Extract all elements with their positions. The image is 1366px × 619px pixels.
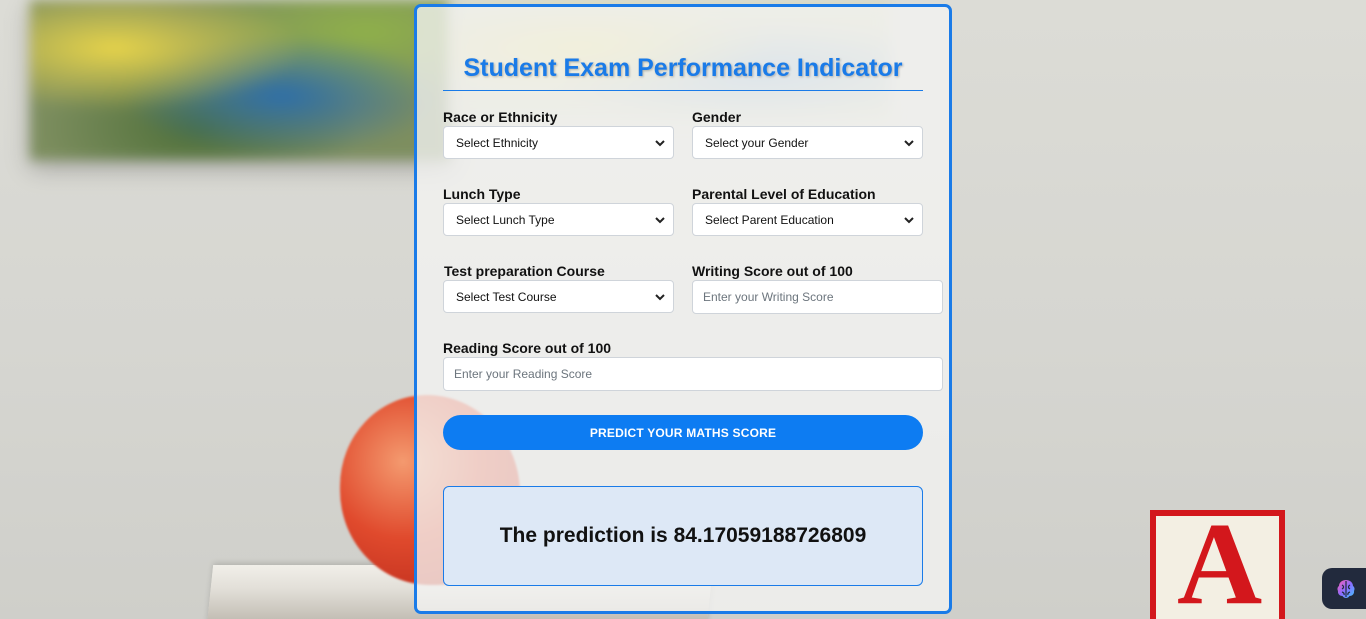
ethnicity-select-value: Select Ethnicity [456, 135, 539, 150]
reading-score-placeholder: Enter your Reading Score [454, 367, 593, 381]
parent-education-label: Parental Level of Education [692, 186, 876, 202]
prediction-result: The prediction is 84.17059188726809 [443, 486, 923, 586]
letter-block-a: A [1177, 498, 1263, 619]
ethnicity-select[interactable]: Select Ethnicity [443, 126, 674, 159]
writing-score-label: Writing Score out of 100 [692, 263, 853, 279]
extension-badge[interactable] [1322, 568, 1366, 609]
gender-select-value: Select your Gender [705, 135, 809, 150]
test-course-select-value: Select Test Course [456, 289, 557, 304]
chevron-down-icon [904, 140, 914, 147]
predict-button[interactable]: PREDICT YOUR MATHS SCORE [443, 415, 923, 450]
test-course-label: Test preparation Course [444, 263, 605, 279]
reading-score-input[interactable]: Enter your Reading Score [443, 357, 943, 391]
chevron-down-icon [904, 217, 914, 224]
chevron-down-icon [655, 294, 665, 301]
parent-education-select-value: Select Parent Education [705, 212, 834, 227]
gender-label: Gender [692, 109, 742, 125]
title-divider [443, 90, 923, 91]
writing-score-placeholder: Enter your Writing Score [703, 290, 834, 304]
reading-score-label: Reading Score out of 100 [443, 340, 612, 356]
prediction-form-card: Student Exam Performance Indicator Race … [414, 4, 952, 614]
brain-icon [1337, 579, 1355, 598]
page-title: Student Exam Performance Indicator [463, 54, 903, 82]
prediction-result-text: The prediction is 84.17059188726809 [499, 524, 867, 547]
lunch-label: Lunch Type [443, 186, 521, 202]
gender-select[interactable]: Select your Gender [692, 126, 923, 159]
ethnicity-label: Race or Ethnicity [443, 109, 558, 125]
lunch-select[interactable]: Select Lunch Type [443, 203, 674, 236]
parent-education-select[interactable]: Select Parent Education [692, 203, 923, 236]
lunch-select-value: Select Lunch Type [456, 212, 555, 227]
chevron-down-icon [655, 140, 665, 147]
test-course-select[interactable]: Select Test Course [443, 280, 674, 313]
wall-painting [30, 0, 450, 160]
chevron-down-icon [655, 217, 665, 224]
writing-score-input[interactable]: Enter your Writing Score [692, 280, 943, 314]
